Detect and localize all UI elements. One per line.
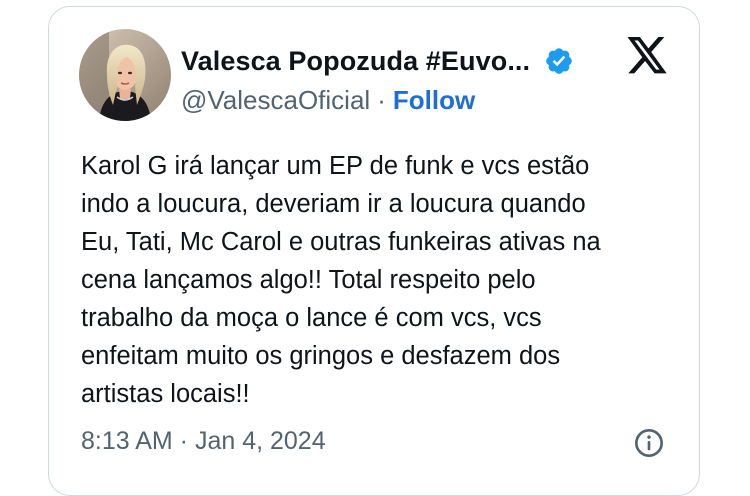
- follow-button[interactable]: Follow: [393, 85, 475, 116]
- tweet-text: Karol G irá lançar um EP de funk e vcs e…: [81, 152, 601, 408]
- separator-dot: ·: [377, 84, 386, 115]
- verified-badge-icon: [544, 46, 574, 76]
- tweet-card[interactable]: Valesca Popozuda #Euvo... @ValescaOficia…: [48, 6, 700, 496]
- author-name-row: Valesca Popozuda #Euvo...: [181, 41, 574, 81]
- tweet-timestamp[interactable]: 8:13 AM · Jan 4, 2024: [81, 427, 326, 456]
- author-handle-row: @ValescaOficial · Follow: [181, 83, 475, 117]
- avatar-photo: [79, 29, 171, 121]
- author-display-name[interactable]: Valesca Popozuda #Euvo...: [181, 46, 530, 77]
- x-logo-icon[interactable]: [625, 37, 669, 77]
- avatar[interactable]: [79, 29, 171, 121]
- author-handle[interactable]: @ValescaOficial: [181, 85, 370, 116]
- info-icon[interactable]: [633, 427, 665, 459]
